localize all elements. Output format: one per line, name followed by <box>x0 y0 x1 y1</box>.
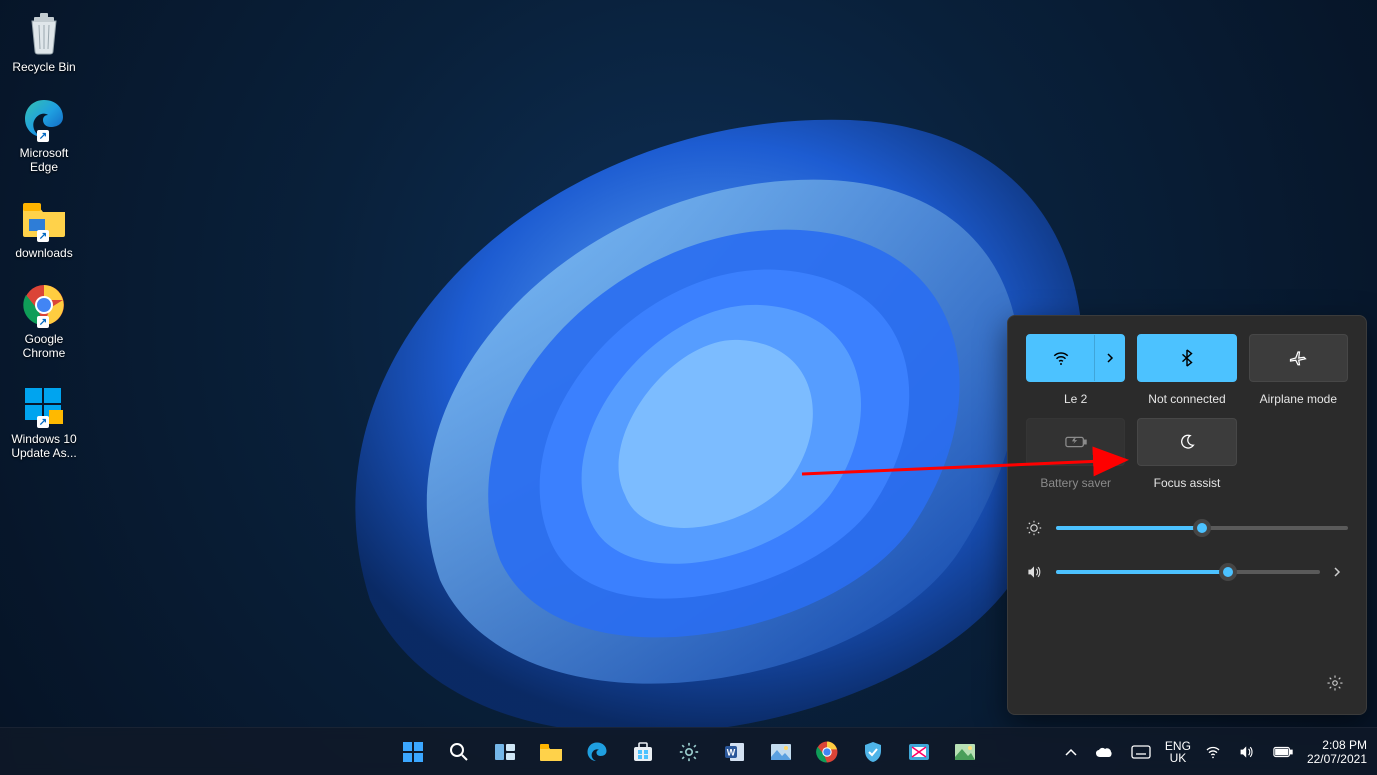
battery-saver-icon <box>1065 435 1087 449</box>
qs-battery-saver-label: Battery saver <box>1040 476 1111 490</box>
edge-button[interactable] <box>577 732 617 772</box>
desktop-icon-google-chrome[interactable]: ↗ Google Chrome <box>4 282 84 360</box>
desktop-icon-windows-update-assistant[interactable]: ↗ Windows 10 Update As... <box>4 382 84 460</box>
word-button[interactable]: W <box>715 732 755 772</box>
gallery-button[interactable] <box>945 732 985 772</box>
taskbar-clock[interactable]: 2:08 PM 22/07/2021 <box>1307 738 1367 766</box>
volume-icon <box>1026 564 1044 580</box>
tray-chevron-up-icon[interactable] <box>1061 744 1081 760</box>
photo-app-button[interactable] <box>761 732 801 772</box>
snipping-tool-button[interactable] <box>899 732 939 772</box>
task-view-button[interactable] <box>485 732 525 772</box>
qs-wifi-tile[interactable] <box>1026 334 1125 382</box>
qs-airplane-label: Airplane mode <box>1260 392 1337 406</box>
search-button[interactable] <box>439 732 479 772</box>
desktop-icon-label: Recycle Bin <box>12 60 75 74</box>
bluetooth-icon <box>1179 349 1195 367</box>
security-button[interactable] <box>853 732 893 772</box>
brightness-icon <box>1026 520 1044 536</box>
lang-line2: UK <box>1165 752 1191 764</box>
desktop-icon-microsoft-edge[interactable]: ↗ Microsoft Edge <box>4 96 84 174</box>
volume-slider-row <box>1026 564 1348 580</box>
settings-button[interactable] <box>669 732 709 772</box>
chevron-right-icon[interactable] <box>1332 567 1348 577</box>
settings-icon[interactable] <box>1322 670 1348 696</box>
desktop-icon-label: Microsoft Edge <box>4 146 84 174</box>
language-indicator[interactable]: ENG UK <box>1165 740 1191 764</box>
desktop-icon-label: Windows 10 Update As... <box>4 432 84 460</box>
tray-volume-icon[interactable] <box>1235 741 1259 763</box>
volume-slider[interactable] <box>1056 570 1320 574</box>
tray-keyboard-icon[interactable] <box>1127 741 1155 763</box>
desktop-icon-downloads[interactable]: ↗ downloads <box>4 196 84 260</box>
chrome-button[interactable] <box>807 732 847 772</box>
qs-wifi-label: Le 2 <box>1064 392 1087 406</box>
qs-focus-assist-tile[interactable] <box>1137 418 1236 466</box>
qs-tiles-grid: Le 2 Not connected Airplane mode Battery… <box>1026 334 1348 490</box>
taskbar-system-tray: ENG UK 2:08 PM 22/07/2021 <box>1061 728 1367 775</box>
qs-airplane-tile[interactable] <box>1249 334 1348 382</box>
tray-onedrive-icon[interactable] <box>1091 742 1117 762</box>
clock-time: 2:08 PM <box>1307 738 1367 752</box>
desktop-icons: Recycle Bin ↗ Microsoft Edge ↗ downloads… <box>4 10 94 482</box>
file-explorer-button[interactable] <box>531 732 571 772</box>
moon-icon <box>1179 434 1195 450</box>
chevron-right-icon[interactable] <box>1094 335 1124 381</box>
clock-date: 22/07/2021 <box>1307 752 1367 766</box>
svg-text:W: W <box>726 747 735 757</box>
airplane-icon <box>1289 349 1307 367</box>
start-button[interactable] <box>393 732 433 772</box>
brightness-slider[interactable] <box>1056 526 1348 530</box>
tray-battery-icon[interactable] <box>1269 742 1297 762</box>
qs-bluetooth-tile[interactable] <box>1137 334 1236 382</box>
qs-focus-assist-label: Focus assist <box>1154 476 1221 490</box>
lang-line1: ENG <box>1165 740 1191 752</box>
desktop-icon-recycle-bin[interactable]: Recycle Bin <box>4 10 84 74</box>
tray-wifi-icon[interactable] <box>1201 741 1225 763</box>
wifi-icon <box>1052 349 1070 367</box>
desktop-icon-label: Google Chrome <box>4 332 84 360</box>
desktop-icon-label: downloads <box>15 246 72 260</box>
taskbar: W ENG UK 2:08 PM 22/07/2021 <box>0 727 1377 775</box>
brightness-slider-row <box>1026 520 1348 536</box>
microsoft-store-button[interactable] <box>623 732 663 772</box>
wallpaper-bloom <box>260 40 1080 730</box>
qs-battery-saver-tile[interactable] <box>1026 418 1125 466</box>
qs-bluetooth-label: Not connected <box>1148 392 1225 406</box>
quick-settings-panel: Le 2 Not connected Airplane mode Battery… <box>1007 315 1367 715</box>
taskbar-center: W <box>393 732 985 772</box>
